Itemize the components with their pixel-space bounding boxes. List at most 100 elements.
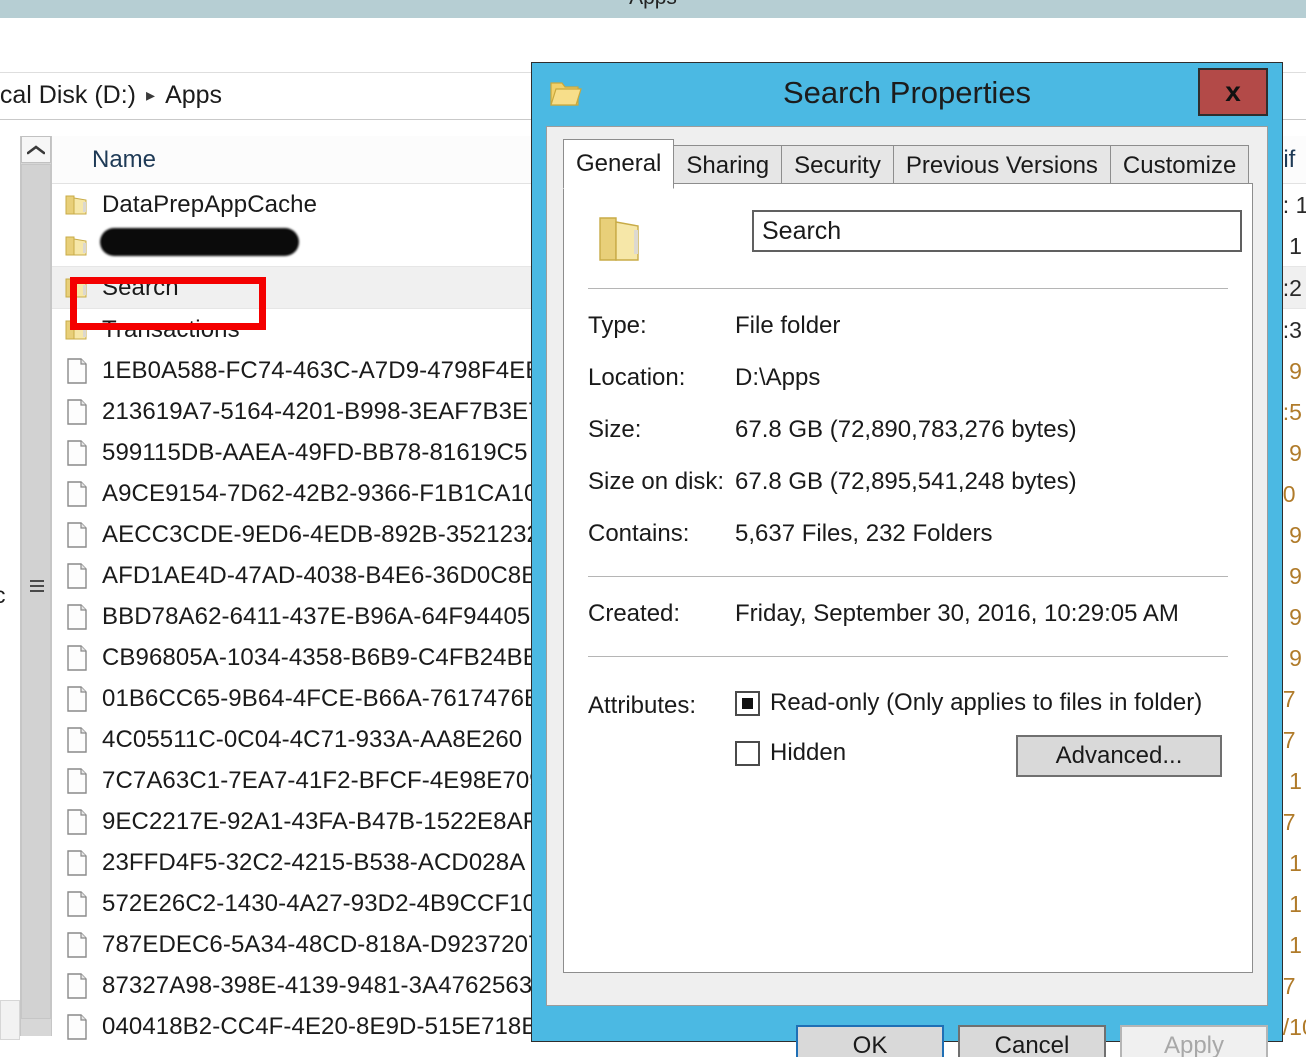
apply-button: Apply <box>1120 1025 1268 1057</box>
folder-icon <box>52 318 102 342</box>
file-icon <box>52 1013 102 1041</box>
breadcrumb-drive[interactable]: ocal Disk (D:) <box>0 81 136 109</box>
scrollbar-thumb[interactable] <box>21 164 51 1019</box>
dialog-title-bar[interactable]: Search Properties x <box>532 63 1282 126</box>
property-row-type: Type: File folder <box>588 312 1238 346</box>
file-icon <box>52 521 102 549</box>
file-icon <box>52 972 102 1000</box>
scroll-up-button[interactable] <box>21 136 51 163</box>
checkbox-indeterminate-icon <box>742 697 753 709</box>
folder-icon <box>52 234 102 258</box>
hidden-checkbox-row[interactable]: Hidden <box>735 739 846 767</box>
file-icon <box>52 562 102 590</box>
value-type: File folder <box>735 312 841 339</box>
folder-icon <box>52 193 102 217</box>
file-name: 87327A98-398E-4139-9481-3A4762563 <box>102 971 533 999</box>
label-location: Location: <box>588 364 686 391</box>
property-row-contains: Contains: 5,637 Files, 232 Folders <box>588 520 1238 554</box>
file-icon <box>52 685 102 713</box>
breadcrumb: ocal Disk (D:) ▸ Apps <box>0 81 222 110</box>
file-icon <box>52 767 102 795</box>
file-icon <box>52 726 102 754</box>
advanced-button[interactable]: Advanced... <box>1016 735 1222 777</box>
scrollbar-grip-icon <box>30 580 44 592</box>
file-name: 040418B2-CC4F-4E20-8E9D-515E718B7871 <box>102 1012 592 1040</box>
label-attributes: Attributes: <box>588 692 697 719</box>
label-size-on-disk: Size on disk: <box>588 468 725 495</box>
general-tab-panel: Type: File folder Location: D:\Apps Size… <box>563 183 1253 973</box>
file-icon <box>52 931 102 959</box>
file-name: BBD78A62-6411-437E-B96A-64F94405 <box>102 602 531 630</box>
search-properties-dialog: Search Properties x General Sharing Secu… <box>531 62 1283 1057</box>
file-icon <box>52 603 102 631</box>
file-name: 572E26C2-1430-4A27-93D2-4B9CCF10 <box>102 889 537 917</box>
divider-1 <box>588 288 1228 289</box>
chevron-right-icon: ▸ <box>146 85 156 105</box>
file-icon <box>52 644 102 672</box>
folder-name-input[interactable] <box>752 210 1242 252</box>
file-name: 787EDEC6-5A34-48CD-818A-D9237207 <box>102 930 542 958</box>
hidden-checkbox[interactable] <box>735 740 760 766</box>
redacted-name <box>102 230 297 254</box>
file-name: CB96805A-1034-4358-B6B9-C4FB24BB <box>102 643 539 671</box>
nav-pane-bottom-stub <box>0 1000 20 1040</box>
label-size: Size: <box>588 416 642 443</box>
file-name: 4C05511C-0C04-4C71-933A-AA8E260 <box>102 725 523 753</box>
file-name: 9EC2217E-92A1-43FA-B47B-1522E8AF <box>102 807 538 835</box>
readonly-checkbox-label: Read-only (Only applies to files in fold… <box>770 689 1203 716</box>
column-header-name[interactable]: Name <box>92 146 156 174</box>
tab-general[interactable]: General <box>563 139 675 189</box>
nav-pane-scrollbar[interactable] <box>20 136 52 1036</box>
explorer-window-title: Apps <box>0 0 1306 10</box>
file-icon <box>52 357 102 385</box>
cancel-button[interactable]: Cancel <box>958 1025 1106 1057</box>
folder-name-row <box>580 202 1242 280</box>
divider-3 <box>588 656 1228 657</box>
folder-icon-large <box>590 208 652 275</box>
nav-pane-clipped-text: c <box>0 582 6 609</box>
file-icon <box>52 480 102 508</box>
file-name: Transactions <box>102 315 240 343</box>
dialog-title: Search Properties <box>782 75 1032 110</box>
property-row-created: Created: Friday, September 30, 2016, 10:… <box>588 600 1238 634</box>
file-name: 23FFD4F5-32C2-4215-B538-ACD028A <box>102 848 526 876</box>
ok-button[interactable]: OK <box>796 1025 944 1057</box>
file-icon <box>52 890 102 918</box>
file-name: 01B6CC65-9B64-4FCE-B66A-7617476B <box>102 684 541 712</box>
readonly-checkbox-row[interactable]: Read-only (Only applies to files in fold… <box>735 689 1202 717</box>
file-name: 7C7A63C1-7EA7-41F2-BFCF-4E98E709 <box>102 766 543 794</box>
label-type: Type: <box>588 312 647 339</box>
file-name: DataPrepAppCache <box>102 190 318 218</box>
file-name <box>102 230 297 261</box>
file-icon <box>52 808 102 836</box>
property-row-location: Location: D:\Apps <box>588 364 1238 398</box>
value-size-on-disk: 67.8 GB (72,895,541,248 bytes) <box>735 468 1077 495</box>
value-size: 67.8 GB (72,890,783,276 bytes) <box>735 416 1077 443</box>
folder-icon <box>52 276 102 300</box>
value-created: Friday, September 30, 2016, 10:29:05 AM <box>735 600 1179 627</box>
file-icon <box>52 439 102 467</box>
explorer-title-bar: Apps <box>0 0 1306 18</box>
dialog-body: General Sharing Security Previous Versio… <box>546 126 1268 1006</box>
label-contains: Contains: <box>588 520 690 547</box>
close-icon[interactable]: x <box>1198 68 1268 116</box>
dialog-tabs: General Sharing Security Previous Versio… <box>563 139 1250 189</box>
file-name: 1EB0A588-FC74-463C-A7D9-4798F4EB <box>102 356 542 384</box>
hidden-checkbox-label: Hidden <box>770 739 847 766</box>
file-name: A9CE9154-7D62-42B2-9366-F1B1CA10 <box>102 479 538 507</box>
chevron-up-icon <box>27 144 45 155</box>
value-contains: 5,637 Files, 232 Folders <box>735 520 993 547</box>
breadcrumb-folder[interactable]: Apps <box>165 81 222 109</box>
label-created: Created: <box>588 600 681 627</box>
screen: Apps ocal Disk (D:)▸Apps c Name dif Data… <box>0 0 1306 1057</box>
file-name: AFD1AE4D-47AD-4038-B4E6-36D0C8B <box>102 561 538 589</box>
divider-2 <box>588 576 1228 577</box>
property-row-size-on-disk: Size on disk: 67.8 GB (72,895,541,248 by… <box>588 468 1238 502</box>
file-icon <box>52 398 102 426</box>
file-name: AECC3CDE-9ED6-4EDB-892B-3521232 <box>102 520 540 548</box>
file-name: 213619A7-5164-4201-B998-3EAF7B3E7 <box>102 397 542 425</box>
value-location: D:\Apps <box>735 364 821 391</box>
readonly-checkbox[interactable] <box>735 690 760 716</box>
file-name: Search <box>102 273 179 301</box>
file-name: 599115DB-AAEA-49FD-BB78-81619C5 <box>102 438 528 466</box>
